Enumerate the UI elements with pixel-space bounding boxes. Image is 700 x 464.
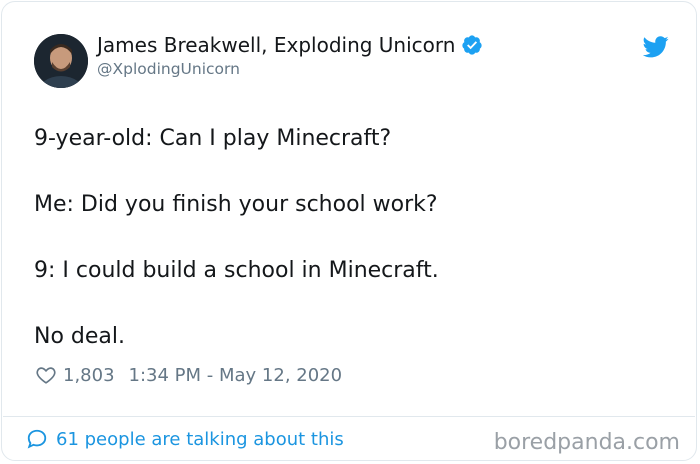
reply-bubble-icon: [27, 429, 47, 449]
avatar[interactable]: [34, 34, 88, 88]
author-handle[interactable]: @XplodingUnicorn: [97, 60, 240, 78]
avatar-photo: [34, 34, 88, 88]
like-count[interactable]: 1,803: [63, 365, 115, 386]
tweet-meta: 1,803 1:34 PM - May 12, 2020: [35, 364, 342, 386]
author-name[interactable]: James Breakwell, Exploding Unicorn: [97, 33, 455, 57]
heart-icon[interactable]: [35, 364, 57, 386]
tweet-card: James Breakwell, Exploding Unicorn @Xplo…: [1, 1, 697, 461]
conversation-label: 61 people are talking about this: [56, 428, 344, 450]
tweet-text: 9-year-old: Can I play Minecraft? Me: Di…: [34, 124, 674, 388]
conversation-link[interactable]: 61 people are talking about this: [26, 428, 344, 450]
tweet-line: 9-year-old: Can I play Minecraft?: [34, 126, 392, 151]
verified-badge-icon: [462, 35, 483, 55]
boredpanda-watermark: boredpanda.com: [493, 430, 680, 455]
tweet-line: Me: Did you finish your school work?: [34, 192, 438, 217]
author-row: James Breakwell, Exploding Unicorn: [97, 33, 483, 57]
tweet-line: 9: I could build a school in Minecraft.: [34, 258, 439, 283]
twitter-bird-icon[interactable]: [643, 36, 669, 58]
tweet-timestamp[interactable]: 1:34 PM - May 12, 2020: [129, 365, 343, 386]
divider: [3, 416, 695, 417]
